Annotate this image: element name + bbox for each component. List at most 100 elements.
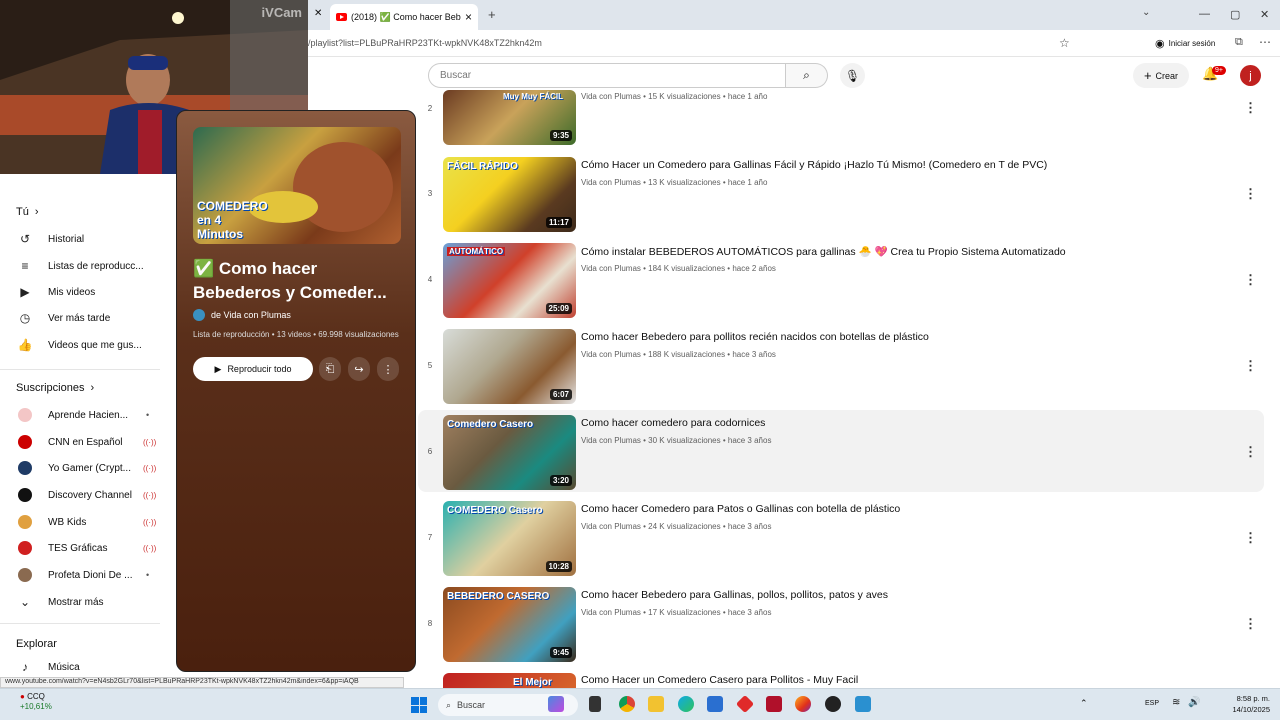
- playlist-owner[interactable]: de Vida con Plumas: [193, 309, 291, 321]
- sidebar-item-history[interactable]: ↺ Historial: [18, 229, 84, 249]
- video-thumbnail[interactable]: El Mejor: [443, 673, 576, 688]
- video-thumbnail[interactable]: Muy Muy FÁCIL 9:35: [443, 90, 576, 145]
- tab-list-icon[interactable]: ⌄: [1142, 7, 1150, 18]
- thumbnail-text: Comedero Casero: [447, 419, 534, 430]
- create-button[interactable]: + Crear: [1133, 63, 1189, 88]
- video-menu-icon[interactable]: ⋮: [1244, 272, 1257, 288]
- sidebar-channel[interactable]: Yo Gamer (Crypt... ((·)): [18, 458, 156, 478]
- file-explorer-icon[interactable]: [648, 696, 664, 712]
- sidebar-channel[interactable]: Profeta Dioni De ... •: [18, 565, 149, 585]
- thumbnail-text: Muy Muy FÁCIL: [503, 92, 563, 101]
- playlist-video-row[interactable]: El Mejor Como Hacer un Comedero Casero p…: [418, 668, 1264, 688]
- sidebar-channel[interactable]: Discovery Channel ((·)): [18, 485, 156, 505]
- playlist-video-row[interactable]: 4 AUTOMÁTICO 25:09 Cómo instalar BEBEDER…: [418, 238, 1264, 320]
- playlist-video-row[interactable]: 8 BEBEDERO CASERO 9:45 Como hacer Bebede…: [418, 582, 1264, 664]
- playlist-video-row[interactable]: 7 COMEDERO Casero 10:28 Como hacer Comed…: [418, 496, 1264, 578]
- signin-button[interactable]: ◉ Iniciar sesión: [1155, 35, 1215, 52]
- camera-app-icon[interactable]: [855, 696, 871, 712]
- sidebar-channel[interactable]: Aprende Hacien... •: [18, 405, 149, 425]
- video-menu-icon[interactable]: ⋮: [1244, 100, 1257, 116]
- sidebar-item-label: Ver más tarde: [48, 312, 111, 324]
- new-tab-button[interactable]: +: [488, 7, 496, 22]
- video-title[interactable]: Como hacer Comedero para Patos o Gallina…: [581, 503, 900, 515]
- close-left-tab-button[interactable]: ✕: [314, 8, 322, 19]
- sidebar-item-music[interactable]: ♪ Música: [18, 657, 80, 677]
- volume-icon[interactable]: 🔊: [1188, 697, 1200, 708]
- video-thumbnail[interactable]: COMEDERO Casero 10:28: [443, 501, 576, 576]
- windows-start-icon[interactable]: [411, 697, 427, 713]
- clock[interactable]: 8:58 p. m. 14/10/2025: [1220, 693, 1270, 715]
- kebab-icon: ⋮: [382, 363, 394, 376]
- video-title[interactable]: Como hacer Bebedero para pollitos recién…: [581, 331, 929, 343]
- maximize-button[interactable]: ▢: [1230, 8, 1240, 21]
- bookmark-star-icon[interactable]: ☆: [1059, 36, 1070, 50]
- more-options-button[interactable]: ⋮: [377, 357, 399, 381]
- account-avatar[interactable]: j: [1240, 65, 1261, 86]
- video-duration: 10:28: [545, 561, 572, 572]
- video-title[interactable]: Cómo instalar BEBEDEROS AUTOMÁTICOS para…: [581, 245, 1066, 258]
- firefox-app-icon[interactable]: [795, 696, 811, 712]
- url-field[interactable]: /playlist?list=PLBuPRaHRP23TKt-wpkNVK48x…: [308, 38, 542, 48]
- video-thumbnail[interactable]: BEBEDERO CASERO 9:45: [443, 587, 576, 662]
- sidebar-channel[interactable]: CNN en Español ((·)): [18, 432, 156, 452]
- browser-menu-icon[interactable]: ⋯: [1259, 35, 1271, 49]
- up-arrow-icon[interactable]: ⌃: [1080, 698, 1088, 709]
- thumbnail-text: AUTOMÁTICO: [447, 247, 506, 256]
- video-menu-icon[interactable]: ⋮: [1244, 444, 1257, 460]
- browser-tab[interactable]: (2018) ✅ Como hacer Bebeder ×: [330, 4, 478, 30]
- video-meta: Vida con Plumas • 30 K visualizaciones •…: [581, 436, 772, 445]
- video-menu-icon[interactable]: ⋮: [1244, 530, 1257, 546]
- webcam-watermark: iVCam: [261, 5, 302, 20]
- sidebar-item-my-videos[interactable]: ▶ Mis videos: [18, 282, 95, 302]
- extensions-icon[interactable]: ⧉: [1235, 36, 1243, 49]
- you-section-header[interactable]: Tú ›: [16, 206, 39, 218]
- subscriptions-header[interactable]: Suscripciones ›: [16, 382, 94, 394]
- search-input[interactable]: Buscar: [428, 63, 786, 88]
- video-title[interactable]: Como Hacer un Comedero Casero para Polli…: [581, 674, 858, 686]
- video-thumbnail[interactable]: AUTOMÁTICO 25:09: [443, 243, 576, 318]
- video-title[interactable]: Como hacer comedero para codornices: [581, 417, 765, 429]
- sidebar-item-liked[interactable]: 👍 Videos que me gus...: [18, 335, 142, 355]
- share-button[interactable]: ↪: [348, 357, 370, 381]
- wifi-icon[interactable]: ≋: [1172, 697, 1180, 708]
- video-menu-icon[interactable]: ⋮: [1244, 358, 1257, 374]
- sidebar-channel[interactable]: WB Kids ((·)): [18, 512, 156, 532]
- playlist-video-row[interactable]: 5 6:07 Como hacer Bebedero para pollitos…: [418, 324, 1264, 406]
- playlist-video-row-hovered[interactable]: 6 Comedero Casero 3:20 Como hacer comede…: [418, 410, 1264, 492]
- stock-widget[interactable]: ● CCQ +10,61%: [20, 692, 52, 712]
- channel-avatar-icon: [18, 488, 32, 502]
- video-menu-icon[interactable]: ⋮: [1244, 616, 1257, 632]
- store-app-icon[interactable]: [707, 696, 723, 712]
- video-index: 7: [427, 533, 433, 542]
- copilot-app-icon[interactable]: [548, 696, 564, 712]
- video-thumbnail[interactable]: FÁCIL RÁPIDO 11:17: [443, 157, 576, 232]
- obs-app-icon[interactable]: [825, 696, 841, 712]
- sidebar-item-playlists[interactable]: ≡ Listas de reproducc...: [18, 256, 143, 276]
- file-app-icon[interactable]: [589, 696, 601, 712]
- video-menu-icon[interactable]: ⋮: [1244, 186, 1257, 202]
- divider: [0, 369, 160, 370]
- language-indicator[interactable]: ESP: [1145, 700, 1159, 707]
- sidebar-item-watch-later[interactable]: ◷ Ver más tarde: [18, 308, 111, 328]
- chrome-app-icon[interactable]: [619, 696, 635, 712]
- close-window-button[interactable]: ✕: [1260, 8, 1269, 21]
- playlist-video-row[interactable]: 3 FÁCIL RÁPIDO 11:17 Cómo Hacer un Comed…: [418, 152, 1264, 234]
- video-index: 2: [427, 104, 433, 113]
- edge-app-icon[interactable]: [678, 696, 694, 712]
- voice-search-button[interactable]: 🎙: [840, 63, 865, 88]
- video-title[interactable]: Cómo Hacer un Comedero para Gallinas Fác…: [581, 159, 1047, 171]
- search-button[interactable]: ⌕: [786, 63, 828, 88]
- video-title[interactable]: Como hacer Bebedero para Gallinas, pollo…: [581, 589, 888, 601]
- show-more-button[interactable]: ⌄ Mostrar más: [18, 592, 104, 612]
- play-all-button[interactable]: ▶ Reproducir todo: [193, 357, 313, 381]
- shield-app-icon[interactable]: [766, 696, 782, 712]
- save-playlist-button[interactable]: ⎗: [319, 357, 341, 381]
- channel-avatar-icon: [18, 568, 32, 582]
- tab-close-button[interactable]: ×: [465, 10, 472, 24]
- owner-name: de Vida con Plumas: [211, 310, 291, 320]
- video-thumbnail[interactable]: 6:07: [443, 329, 576, 404]
- playlist-thumbnail[interactable]: COMEDERO en 4 Minutos: [193, 127, 401, 244]
- minimize-button[interactable]: —: [1199, 8, 1210, 20]
- sidebar-channel[interactable]: TES Gráficas ((·)): [18, 538, 156, 558]
- video-thumbnail[interactable]: Comedero Casero 3:20: [443, 415, 576, 490]
